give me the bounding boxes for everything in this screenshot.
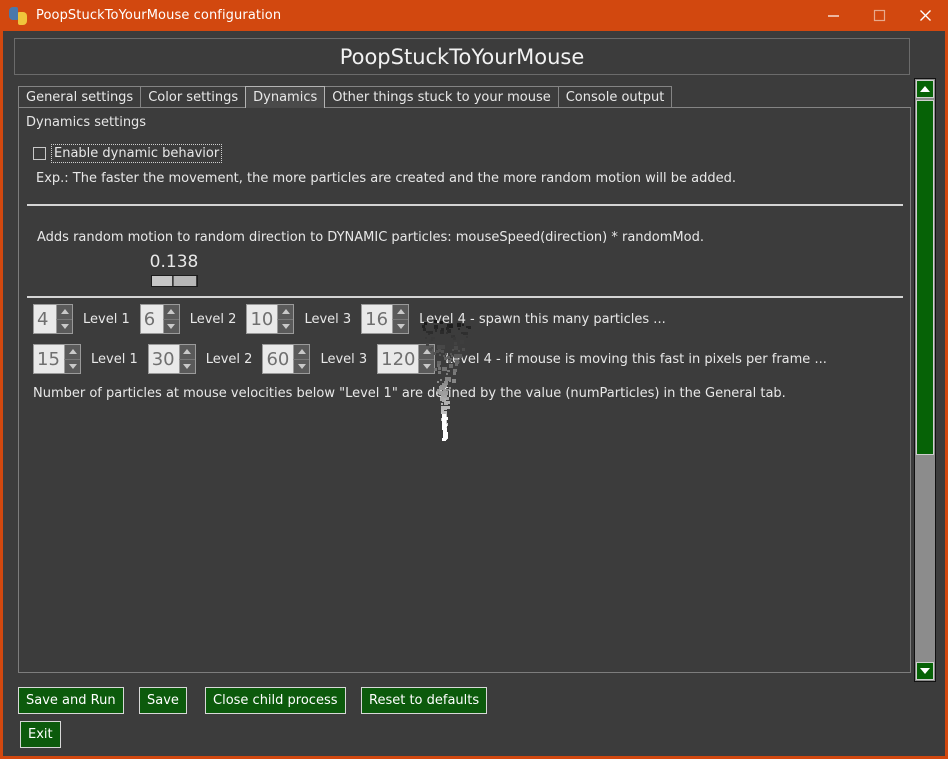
- tab-general-settings[interactable]: General settings: [18, 86, 142, 108]
- footnote-text: Number of particles at mouse velocities …: [33, 386, 786, 401]
- speed-level-4-spinbox[interactable]: 120: [377, 344, 436, 374]
- speed-level-4-stepper[interactable]: [418, 345, 435, 373]
- speed-level-2-label: Level 2: [205, 351, 253, 367]
- tab-bar: General settings Color settings Dynamics…: [18, 85, 673, 108]
- stepper-up-icon[interactable]: [418, 345, 435, 360]
- stepper-up-icon[interactable]: [293, 345, 310, 360]
- random-mod-value: 0.138: [149, 252, 199, 272]
- particles-level-2-label: Level 2: [189, 311, 237, 327]
- stepper-down-icon[interactable]: [178, 359, 195, 373]
- slider-fill: [151, 276, 172, 286]
- page-title: PoopStuckToYourMouse: [339, 44, 585, 69]
- scrollbar-thumb[interactable]: [916, 100, 934, 455]
- scroll-up-icon[interactable]: [916, 80, 934, 98]
- title-bar: PoopStuckToYourMouse configuration: [0, 0, 948, 31]
- particles-level-3-spinbox[interactable]: 10: [246, 304, 295, 334]
- speed-level-2-stepper[interactable]: [178, 345, 195, 373]
- section-label: Dynamics settings: [26, 115, 147, 130]
- speed-level-1-value[interactable]: 15: [34, 345, 64, 373]
- particles-level-3-stepper[interactable]: [277, 305, 294, 333]
- scroll-down-icon[interactable]: [916, 662, 934, 680]
- particles-level-4-label: Level 4 - spawn this many particles ...: [419, 311, 666, 327]
- speed-level-1-label: Level 1: [91, 351, 138, 367]
- random-motion-text: Adds random motion to random direction t…: [37, 230, 704, 245]
- stepper-up-icon[interactable]: [178, 345, 195, 360]
- tab-color-settings[interactable]: Color settings: [140, 86, 247, 108]
- enable-dynamic-behavior-row[interactable]: Enable dynamic behavior: [33, 144, 223, 163]
- explanation-text: Exp.: The faster the movement, the more …: [36, 171, 736, 186]
- stepper-down-icon[interactable]: [162, 319, 179, 333]
- tab-console-output[interactable]: Console output: [557, 86, 673, 108]
- reset-to-defaults-button[interactable]: Reset to defaults: [361, 687, 488, 714]
- stepper-down-icon[interactable]: [64, 359, 80, 373]
- stepper-down-icon[interactable]: [392, 319, 409, 333]
- enable-dynamic-behavior-checkbox[interactable]: [33, 147, 46, 160]
- particles-level-2-stepper[interactable]: [162, 305, 179, 333]
- header-banner: PoopStuckToYourMouse: [14, 38, 910, 75]
- tab-dynamics[interactable]: Dynamics: [245, 86, 326, 108]
- stepper-up-icon[interactable]: [277, 305, 294, 320]
- stepper-up-icon[interactable]: [56, 305, 72, 320]
- dynamics-tab-panel: Dynamics settings Enable dynamic behavio…: [18, 107, 911, 673]
- exit-button[interactable]: Exit: [20, 721, 61, 748]
- random-mod-slider[interactable]: [150, 275, 198, 287]
- speed-threshold-row: 15 Level 1 30 Level 2 60 Level 3 120 Lev…: [33, 344, 827, 374]
- save-button[interactable]: Save: [139, 687, 187, 714]
- enable-dynamic-behavior-label: Enable dynamic behavior: [51, 144, 223, 163]
- vertical-scrollbar[interactable]: [914, 78, 936, 682]
- minimize-icon[interactable]: [810, 0, 856, 31]
- speed-level-2-value[interactable]: 30: [148, 345, 179, 373]
- particles-level-1-stepper[interactable]: [56, 305, 72, 333]
- particles-level-3-label: Level 3: [304, 311, 352, 327]
- stepper-up-icon[interactable]: [162, 305, 179, 320]
- tab-other-things[interactable]: Other things stuck to your mouse: [324, 86, 559, 108]
- speed-level-4-value[interactable]: 120: [378, 345, 419, 373]
- window-title: PoopStuckToYourMouse configuration: [36, 8, 282, 23]
- speed-level-3-label: Level 3: [320, 351, 368, 367]
- stepper-down-icon[interactable]: [277, 319, 294, 333]
- particles-level-2-value[interactable]: 6: [140, 305, 163, 333]
- python-logo-icon: [9, 6, 27, 25]
- particle-count-row: 4 Level 1 6 Level 2 10 Level 3 16 Level …: [33, 304, 666, 334]
- window-controls: [810, 0, 948, 31]
- speed-level-1-stepper[interactable]: [64, 345, 80, 373]
- particles-level-4-spinbox[interactable]: 16: [361, 304, 410, 334]
- speed-level-3-stepper[interactable]: [293, 345, 310, 373]
- application-window: PoopStuckToYourMouse configuration PoopS…: [0, 0, 948, 759]
- particles-level-1-value[interactable]: 4: [34, 305, 56, 333]
- random-mod-slider-group: 0.138: [134, 252, 214, 287]
- particles-level-4-stepper[interactable]: [392, 305, 409, 333]
- particles-level-1-label: Level 1: [83, 311, 130, 327]
- particles-level-1-spinbox[interactable]: 4: [33, 304, 73, 334]
- slider-handle[interactable]: [172, 276, 196, 286]
- speed-level-2-spinbox[interactable]: 30: [147, 344, 196, 374]
- separator-2: [27, 296, 903, 298]
- speed-level-3-spinbox[interactable]: 60: [262, 344, 311, 374]
- stepper-down-icon[interactable]: [56, 319, 72, 333]
- save-and-run-button[interactable]: Save and Run: [18, 687, 124, 714]
- maximize-icon[interactable]: [856, 0, 902, 31]
- particles-level-4-value[interactable]: 16: [362, 305, 393, 333]
- stepper-up-icon[interactable]: [64, 345, 80, 360]
- speed-level-3-value[interactable]: 60: [263, 345, 294, 373]
- close-child-process-button[interactable]: Close child process: [205, 687, 346, 714]
- particles-level-2-spinbox[interactable]: 6: [139, 304, 180, 334]
- speed-level-1-spinbox[interactable]: 15: [33, 344, 81, 374]
- stepper-up-icon[interactable]: [392, 305, 409, 320]
- speed-level-4-label: Level 4 - if mouse is moving this fast i…: [445, 351, 827, 367]
- close-icon[interactable]: [902, 0, 948, 31]
- separator-1: [27, 204, 903, 206]
- particles-level-3-value[interactable]: 10: [247, 305, 278, 333]
- stepper-down-icon[interactable]: [293, 359, 310, 373]
- stepper-down-icon[interactable]: [418, 359, 435, 373]
